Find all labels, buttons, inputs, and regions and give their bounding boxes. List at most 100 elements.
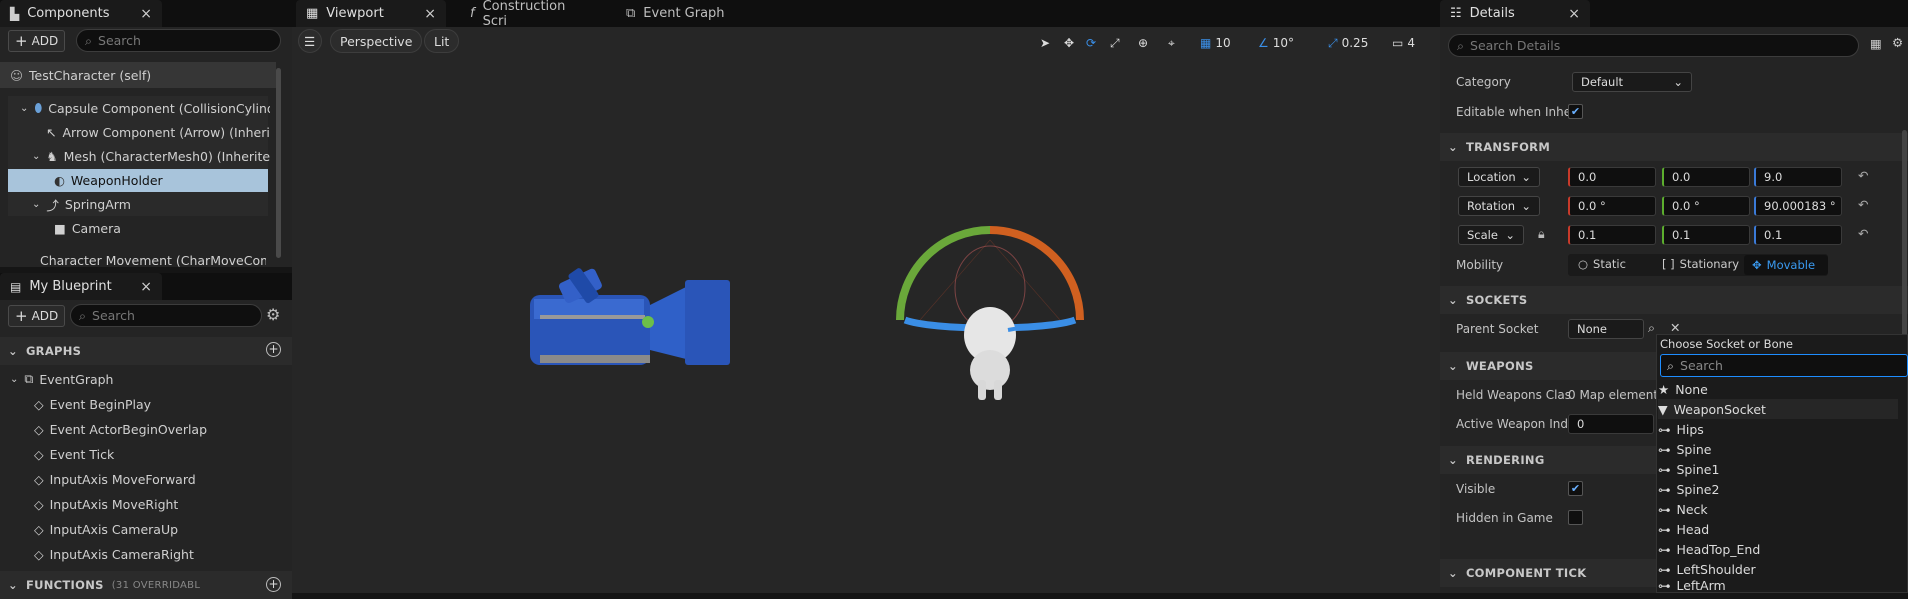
- tree-item-weaponholder[interactable]: ◐ WeaponHolder: [54, 169, 254, 191]
- sockets-header[interactable]: ⌄ SOCKETS: [1440, 286, 1908, 314]
- socket-item[interactable]: ⊶ Neck: [1658, 499, 1708, 519]
- location-x: 0.0: [1578, 170, 1597, 184]
- transform-header[interactable]: ⌄ TRANSFORM: [1440, 133, 1908, 161]
- socket-item[interactable]: ⊶ HeadTop_End: [1658, 539, 1760, 559]
- close-icon[interactable]: ×: [1568, 6, 1580, 22]
- tree-item-arrow[interactable]: ↖ Arrow Component (Arrow) (Inherite: [46, 121, 270, 143]
- active-weapon-field[interactable]: 0: [1568, 414, 1654, 434]
- scale-icon[interactable]: ⤢: [1110, 32, 1120, 54]
- event-item[interactable]: ◇ InputAxis MoveRight: [34, 493, 284, 515]
- editable-checkbox[interactable]: ✔: [1568, 104, 1583, 119]
- graphs-header[interactable]: ⌄ GRAPHS: [0, 337, 292, 365]
- tree-item-testcharacter[interactable]: ☺ TestCharacter (self): [10, 64, 276, 86]
- settings-icon[interactable]: ⚙: [1892, 35, 1903, 50]
- rotation-x-field[interactable]: 0.0 °: [1568, 196, 1656, 216]
- event-item[interactable]: ◇ Event Tick: [34, 443, 284, 465]
- parent-socket-field[interactable]: None: [1568, 319, 1644, 339]
- blueprint-search-input[interactable]: ⌕ Search: [70, 304, 262, 327]
- component-tick-header[interactable]: ⌄ COMPONENT TICK: [1440, 559, 1658, 587]
- functions-header[interactable]: ⌄ FUNCTIONS (31 OVERRIDABL: [0, 571, 292, 599]
- tab-details[interactable]: ☷ Details ×: [1440, 0, 1590, 27]
- tab-components[interactable]: ▙ Components ×: [0, 0, 162, 27]
- event-item[interactable]: ◇ InputAxis CameraRight: [34, 543, 284, 565]
- location-z-field[interactable]: 9.0: [1754, 167, 1842, 187]
- mobility-stationary[interactable]: [ ] Stationary: [1662, 257, 1739, 271]
- event-item[interactable]: ◇ InputAxis MoveForward: [34, 468, 284, 490]
- scale-z-field[interactable]: 0.1: [1754, 225, 1842, 245]
- select-mode-icon[interactable]: ➤: [1040, 32, 1050, 54]
- scale-snap-toggle[interactable]: ⤢ 0.25: [1328, 32, 1368, 54]
- details-search-input[interactable]: ⌕ Search Details: [1448, 34, 1859, 57]
- add-component-button[interactable]: + ADD: [8, 30, 66, 52]
- mobility-movable[interactable]: ✥ Movable: [1744, 255, 1828, 275]
- tree-item-camera[interactable]: ■ Camera: [54, 217, 254, 239]
- gear-icon[interactable]: ⚙: [266, 305, 280, 324]
- close-icon[interactable]: ×: [424, 6, 436, 22]
- location-dropdown[interactable]: Location ⌄: [1458, 167, 1540, 187]
- socket-search-input[interactable]: ⌕ Search: [1660, 354, 1908, 377]
- event-item[interactable]: ◇ Event BeginPlay: [34, 393, 284, 415]
- event-item[interactable]: ◇ InputAxis CameraUp: [34, 518, 284, 540]
- lit-button[interactable]: Lit: [424, 29, 460, 53]
- location-y-field[interactable]: 0.0: [1662, 167, 1750, 187]
- socket-item-weaponsocket[interactable]: ▼ WeaponSocket: [1658, 399, 1766, 419]
- socket-item[interactable]: ⊶ Spine1: [1658, 459, 1719, 479]
- socket-item-none[interactable]: ★ None: [1658, 379, 1708, 399]
- lock-icon[interactable]: 🔒︎: [1538, 226, 1545, 242]
- add-function-icon[interactable]: +: [266, 577, 281, 592]
- location-x-field[interactable]: 0.0: [1568, 167, 1656, 187]
- rendering-header[interactable]: ⌄ RENDERING: [1440, 446, 1658, 474]
- camera-speed-button[interactable]: ▭ 4: [1392, 32, 1415, 54]
- tab-viewport[interactable]: ▦ Viewport ×: [296, 0, 446, 27]
- add-graph-icon[interactable]: +: [266, 342, 281, 357]
- scale-x-field[interactable]: 0.1: [1568, 225, 1656, 245]
- socket-item[interactable]: ⊶ Head: [1658, 519, 1709, 539]
- tree-item-charmove[interactable]: Character Movement (CharMoveCom: [34, 249, 266, 271]
- rotation-z-field[interactable]: 90.000183 °: [1754, 196, 1842, 216]
- tree-item-mesh[interactable]: ⌄ ♞ Mesh (CharacterMesh0) (Inherited): [32, 145, 270, 167]
- graphs-label: GRAPHS: [25, 344, 82, 358]
- add-blueprint-button[interactable]: + ADD: [8, 305, 66, 327]
- viewport[interactable]: [292, 27, 1440, 593]
- scale-dropdown[interactable]: Scale ⌄: [1458, 225, 1524, 245]
- translate-icon[interactable]: ✥: [1064, 32, 1074, 54]
- grid-snap-toggle[interactable]: ▦ 10: [1200, 32, 1231, 54]
- rotation-gizmo[interactable]: [890, 220, 1090, 440]
- socket-item[interactable]: ⊶ LeftArm: [1658, 578, 1726, 593]
- graph-item-eventgraph[interactable]: ⌄ ⧉ EventGraph: [10, 368, 280, 390]
- tab-construction-script[interactable]: f Construction Scri: [460, 0, 600, 29]
- reset-icon[interactable]: ↶: [1858, 226, 1868, 241]
- event-item[interactable]: ◇ Event ActorBeginOverlap: [34, 418, 284, 440]
- viewport-menu-button[interactable]: ☰: [298, 29, 322, 53]
- rotation-dropdown[interactable]: Rotation ⌄: [1458, 196, 1540, 216]
- tree-item-springarm[interactable]: ⌄ ⤴ SpringArm: [32, 193, 270, 215]
- components-search-input[interactable]: ⌕ Search: [76, 29, 281, 52]
- close-icon[interactable]: ×: [140, 6, 152, 22]
- reset-icon[interactable]: ↶: [1858, 168, 1868, 183]
- table-view-icon[interactable]: ▦: [1870, 36, 1882, 51]
- angle-snap-toggle[interactable]: ∠ 10°: [1258, 32, 1294, 54]
- perspective-button[interactable]: Perspective: [330, 29, 423, 53]
- world-local-icon[interactable]: ⊕: [1138, 32, 1148, 54]
- socket-item[interactable]: ⊶ Spine2: [1658, 479, 1719, 499]
- socket-item[interactable]: ⊶ LeftShoulder: [1658, 559, 1756, 579]
- clear-socket-icon[interactable]: ✕: [1670, 320, 1680, 335]
- weapons-header[interactable]: ⌄ WEAPONS: [1440, 352, 1658, 380]
- surface-snap-icon[interactable]: ⌖: [1168, 32, 1175, 54]
- rotate-icon[interactable]: ⟳: [1086, 32, 1096, 54]
- tab-event-graph[interactable]: ⧉ Event Graph: [616, 0, 736, 27]
- reset-icon[interactable]: ↶: [1858, 197, 1868, 212]
- hidden-in-game-checkbox[interactable]: [1568, 510, 1583, 525]
- mobility-static[interactable]: ○ Static: [1578, 257, 1626, 271]
- close-icon[interactable]: ×: [140, 279, 152, 295]
- rotation-y-field[interactable]: 0.0 °: [1662, 196, 1750, 216]
- tree-item-capsule[interactable]: ⌄ ⬮ Capsule Component (CollisionCylinde: [20, 97, 270, 119]
- browse-socket-icon[interactable]: ⌕: [1648, 320, 1655, 336]
- visible-checkbox[interactable]: ✔: [1568, 481, 1583, 496]
- tab-my-blueprint[interactable]: ▤ My Blueprint ×: [0, 273, 162, 300]
- components-scrollbar[interactable]: [276, 68, 281, 258]
- scale-y-field[interactable]: 0.1: [1662, 225, 1750, 245]
- socket-item[interactable]: ⊶ Spine: [1658, 439, 1711, 459]
- socket-item[interactable]: ⊶ Hips: [1658, 419, 1704, 439]
- category-dropdown[interactable]: Default ⌄: [1572, 72, 1692, 92]
